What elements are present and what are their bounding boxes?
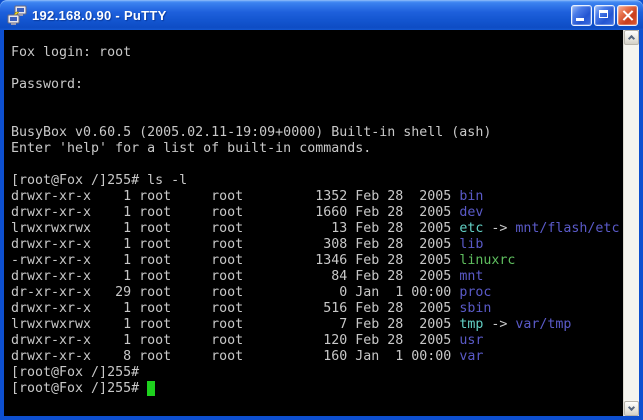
terminal-text: mnt/flash/etc	[515, 221, 619, 236]
terminal-text: usr	[459, 333, 483, 348]
terminal-line	[11, 109, 623, 125]
terminal-text: sbin	[459, 301, 491, 316]
maximize-button[interactable]	[594, 5, 615, 26]
terminal-text: lib	[459, 237, 483, 252]
terminal-text: tmp	[459, 317, 483, 332]
terminal-text: drwxr-xr-x 1 root root 516 Feb 28 2005	[11, 301, 459, 316]
scroll-up-button[interactable]	[624, 30, 639, 45]
terminal-line	[11, 157, 623, 173]
chevron-up-icon	[628, 35, 635, 42]
terminal-text: linuxrc	[459, 253, 515, 268]
terminal-line: Fox login: root	[11, 45, 623, 61]
terminal-text: [root@Fox /]255# ls -l	[11, 173, 187, 188]
terminal-text: drwxr-xr-x 1 root root 1352 Feb 28 2005	[11, 189, 459, 204]
minimize-button[interactable]	[571, 5, 592, 26]
terminal-line: drwxr-xr-x 1 root root 308 Feb 28 2005 l…	[11, 237, 623, 253]
terminal-text: drwxr-xr-x 1 root root 308 Feb 28 2005	[11, 237, 459, 252]
terminal-text: ->	[483, 317, 515, 332]
terminal-screen[interactable]: Fox login: root Password: BusyBox v0.60.5 …	[4, 30, 623, 416]
terminal-text: dr-xr-xr-x 29 root root 0 Jan 1 00:00	[11, 285, 459, 300]
window-title: 192.168.0.90 - PuTTY	[32, 8, 571, 23]
terminal-line	[11, 61, 623, 77]
terminal-text: drwxr-xr-x 8 root root 160 Jan 1 00:00	[11, 349, 459, 364]
terminal-line: drwxr-xr-x 1 root root 120 Feb 28 2005 u…	[11, 333, 623, 349]
terminal-text: etc	[459, 221, 483, 236]
scrollbar[interactable]	[623, 30, 639, 416]
terminal-text: drwxr-xr-x 1 root root 1660 Feb 28 2005	[11, 205, 459, 220]
terminal-line: [root@Fox /]255#	[11, 365, 623, 381]
terminal-text: drwxr-xr-x 1 root root 84 Feb 28 2005	[11, 269, 459, 284]
terminal-text: [root@Fox /]255#	[11, 365, 139, 380]
terminal-line	[11, 93, 623, 109]
window-controls	[571, 5, 638, 26]
minimize-icon	[576, 18, 584, 21]
terminal-line: Password:	[11, 77, 623, 93]
terminal-text: proc	[459, 285, 491, 300]
terminal-text: var/tmp	[515, 317, 571, 332]
terminal-line: drwxr-xr-x 1 root root 1660 Feb 28 2005 …	[11, 205, 623, 221]
terminal-text: var	[459, 349, 483, 364]
terminal-line: BusyBox v0.60.5 (2005.02.11-19:09+0000) …	[11, 125, 623, 141]
terminal-text: lrwxrwxrwx 1 root root 7 Feb 28 2005	[11, 317, 459, 332]
titlebar[interactable]: 192.168.0.90 - PuTTY	[0, 0, 643, 30]
terminal-line: dr-xr-xr-x 29 root root 0 Jan 1 00:00 pr…	[11, 285, 623, 301]
terminal-text: lrwxrwxrwx 1 root root 13 Feb 28 2005	[11, 221, 459, 236]
putty-app-icon[interactable]	[6, 4, 28, 26]
chevron-down-icon	[628, 404, 635, 411]
terminal-text: -rwxr-xr-x 1 root root 1346 Feb 28 2005	[11, 253, 459, 268]
terminal-line: lrwxrwxrwx 1 root root 13 Feb 28 2005 et…	[11, 221, 623, 237]
terminal-line: drwxr-xr-x 1 root root 516 Feb 28 2005 s…	[11, 301, 623, 317]
maximize-icon	[599, 10, 608, 18]
terminal-text: dev	[459, 205, 483, 220]
putty-window: 192.168.0.90 - PuTTY Fox login: root Pass…	[0, 0, 643, 420]
close-icon	[622, 10, 633, 21]
terminal-text: Password:	[11, 77, 83, 92]
window-body: Fox login: root Password: BusyBox v0.60.5 …	[4, 30, 639, 416]
putty-icon-graphic	[6, 4, 28, 26]
terminal-line: -rwxr-xr-x 1 root root 1346 Feb 28 2005 …	[11, 253, 623, 269]
scrollbar-track[interactable]	[624, 45, 639, 401]
close-button[interactable]	[617, 5, 638, 26]
terminal-line: lrwxrwxrwx 1 root root 7 Feb 28 2005 tmp…	[11, 317, 623, 333]
terminal-line: [root@Fox /]255#	[11, 381, 623, 397]
terminal-text: mnt	[459, 269, 483, 284]
terminal-text: [root@Fox /]255#	[11, 381, 147, 396]
terminal-text: Enter 'help' for a list of built-in comm…	[11, 141, 371, 156]
terminal-text: ->	[483, 221, 515, 236]
terminal-text: Fox login: root	[11, 45, 131, 60]
terminal-text: drwxr-xr-x 1 root root 120 Feb 28 2005	[11, 333, 459, 348]
terminal-line: drwxr-xr-x 8 root root 160 Jan 1 00:00 v…	[11, 349, 623, 365]
terminal-text: bin	[459, 189, 483, 204]
terminal-line: drwxr-xr-x 1 root root 1352 Feb 28 2005 …	[11, 189, 623, 205]
terminal-line: [root@Fox /]255# ls -l	[11, 173, 623, 189]
terminal-cursor	[147, 381, 155, 396]
terminal-line: drwxr-xr-x 1 root root 84 Feb 28 2005 mn…	[11, 269, 623, 285]
scroll-down-button[interactable]	[624, 401, 639, 416]
terminal-text: BusyBox v0.60.5 (2005.02.11-19:09+0000) …	[11, 125, 491, 140]
terminal-line: Enter 'help' for a list of built-in comm…	[11, 141, 623, 157]
